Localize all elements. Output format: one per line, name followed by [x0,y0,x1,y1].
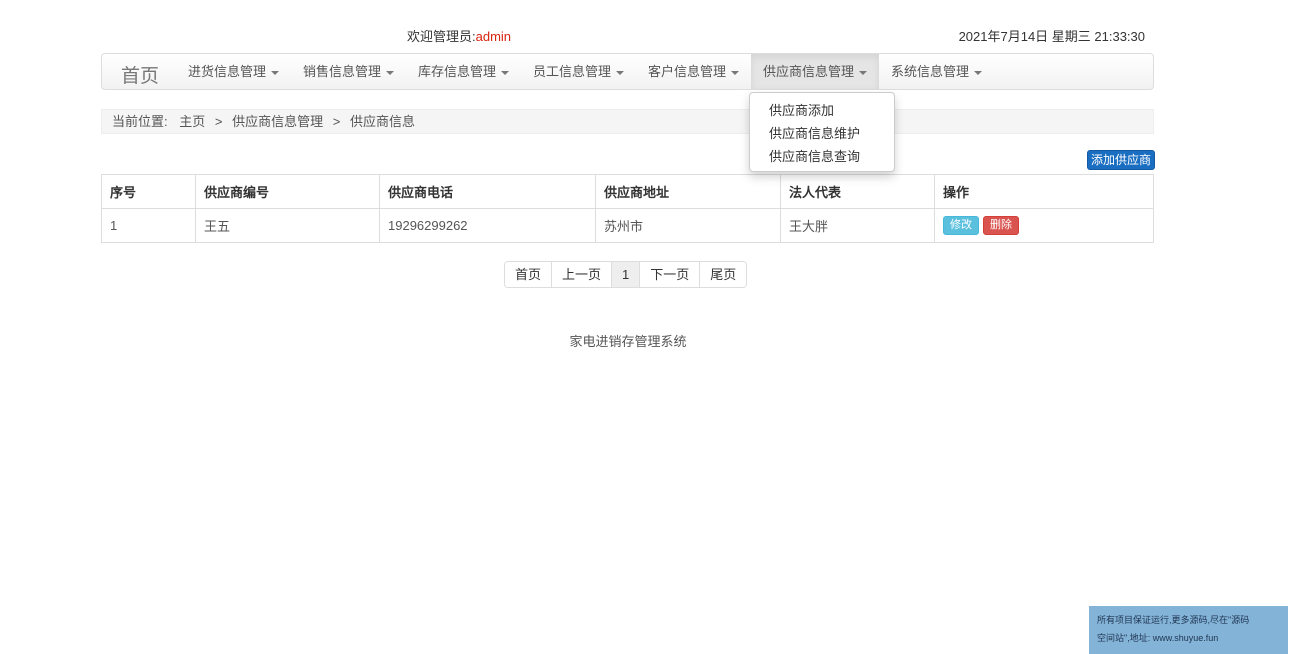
breadcrumb-separator: > [214,114,223,129]
cell-supplier-id: 王五 [195,208,380,243]
page-current[interactable]: 1 [612,262,641,287]
table-row: 1 王五 19296299262 苏州市 王大胖 修改 删除 [101,208,1154,243]
caret-down-icon [271,70,280,75]
nav-item-sales[interactable]: 销售信息管理 [291,54,406,89]
nav-item-supplier[interactable]: 供应商信息管理 [751,54,880,89]
add-supplier-button[interactable]: 添加供应商 [1087,150,1155,170]
welcome-message: 欢迎管理员:admin [407,26,511,45]
footer-text: 家电进销存管理系统 [569,334,687,349]
nav-item-label: 员工信息管理 [533,64,612,79]
nav-item-inventory[interactable]: 库存信息管理 [406,54,521,89]
breadcrumb-home[interactable]: 主页 [179,114,205,129]
column-header-phone: 供应商电话 [379,174,596,209]
caret-down-icon [974,70,983,75]
breadcrumb: 当前位置: 主页 > 供应商信息管理 > 供应商信息 [101,109,1154,134]
nav-item-system[interactable]: 系统信息管理 [879,54,994,89]
column-header-legal-rep: 法人代表 [780,174,935,209]
edit-button[interactable]: 修改 [943,216,979,235]
cell-address: 苏州市 [595,208,781,243]
column-header-supplier-id: 供应商编号 [195,174,380,209]
cell-legal-rep: 王大胖 [780,208,935,243]
page-prev-button[interactable]: 上一页 [552,262,613,287]
caret-down-icon [731,70,740,75]
column-header-address: 供应商地址 [595,174,781,209]
cell-actions: 修改 删除 [934,208,1154,243]
watermark-ad: 所有项目保证运行,更多源码,尽在"源码 空间站",地址: www.shuyue.… [1089,606,1288,654]
cell-index: 1 [101,208,196,243]
nav-item-purchase[interactable]: 进货信息管理 [176,54,291,89]
breadcrumb-current: 供应商信息 [349,114,415,129]
menu-item-add-supplier[interactable]: 供应商添加 [750,99,894,122]
breadcrumb-separator: > [332,114,341,129]
caret-down-icon [386,70,395,75]
username: admin [475,29,512,44]
supplier-table: 序号 供应商编号 供应商电话 供应商地址 法人代表 操作 1 王五 192962… [101,174,1154,243]
nav-item-label: 客户信息管理 [648,64,727,79]
breadcrumb-prefix: 当前位置: [112,114,168,129]
caret-down-icon [859,70,868,75]
ad-line: 空间站",地址: www.shuyue.fun [1097,633,1219,643]
nav-item-label: 销售信息管理 [303,64,382,79]
nav-item-label: 系统信息管理 [891,64,970,79]
caret-down-icon [616,70,625,75]
navbar: 首页 进货信息管理 销售信息管理 库存信息管理 员工信息管理 客户信息管理 供应… [101,53,1154,90]
ad-line: 所有项目保证运行,更多源码,尽在"源码 [1097,615,1250,625]
welcome-label: 欢迎管理员: [407,29,476,44]
table-header-row: 序号 供应商编号 供应商电话 供应商地址 法人代表 操作 [101,174,1154,209]
pagination: 首页 上一页 1 下一页 尾页 [504,261,748,288]
nav-item-label: 库存信息管理 [418,64,497,79]
page-last-button[interactable]: 尾页 [700,262,747,287]
cell-phone: 19296299262 [379,208,596,243]
nav-brand-home[interactable]: 首页 [121,61,159,88]
nav-item-label: 进货信息管理 [188,64,267,79]
nav-item-label: 供应商信息管理 [763,64,855,79]
column-header-actions: 操作 [934,174,1154,209]
column-header-index: 序号 [101,174,196,209]
page-next-button[interactable]: 下一页 [640,262,701,287]
delete-button[interactable]: 删除 [983,216,1019,235]
menu-item-query-supplier[interactable]: 供应商信息查询 [750,145,894,168]
nav-item-customer[interactable]: 客户信息管理 [636,54,751,89]
breadcrumb-supplier-management[interactable]: 供应商信息管理 [232,114,323,129]
menu-item-maintain-supplier[interactable]: 供应商信息维护 [750,122,894,145]
datetime: 2021年7月14日 星期三 21:33:30 [958,29,1145,44]
page-first-button[interactable]: 首页 [505,262,553,287]
nav-item-employee[interactable]: 员工信息管理 [521,54,636,89]
top-bar: 欢迎管理员:admin 2021年7月14日 星期三 21:33:30 [101,26,1154,44]
caret-down-icon [501,70,510,75]
supplier-dropdown-menu: 供应商添加 供应商信息维护 供应商信息查询 [749,92,895,172]
